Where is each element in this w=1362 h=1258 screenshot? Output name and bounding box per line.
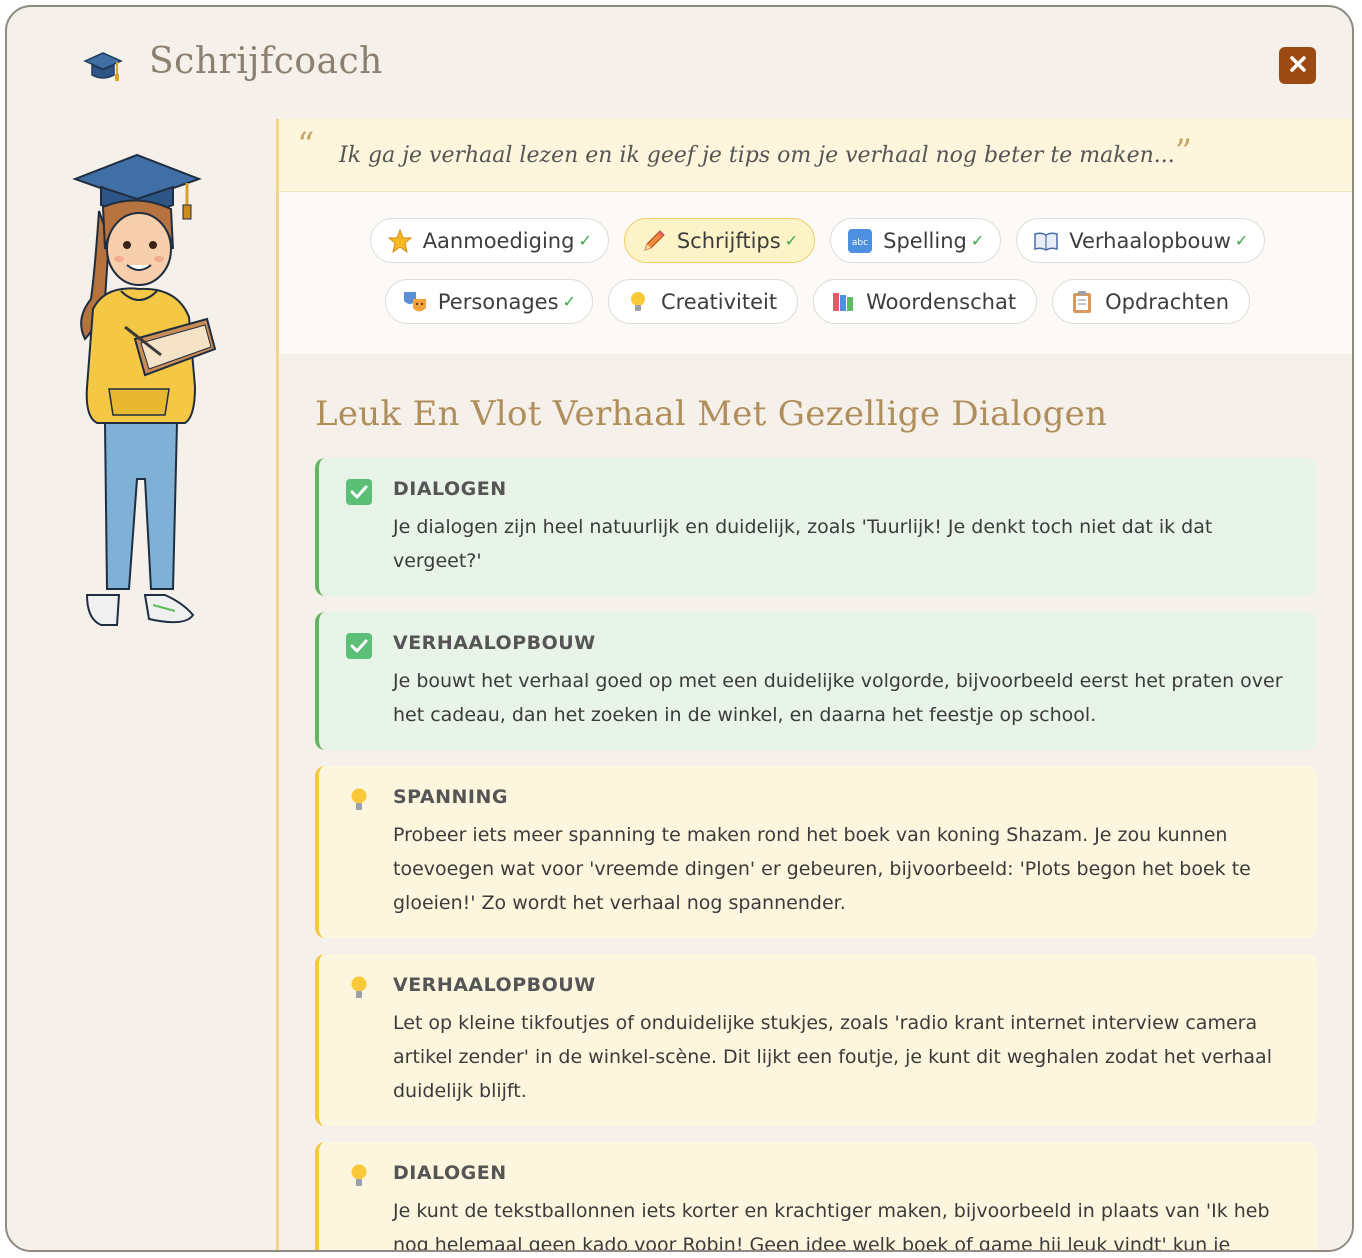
card-text: Probeer iets meer spanning te maken rond… [393,824,1251,914]
tab-spelling[interactable]: abc Spelling ✓ [830,218,1002,263]
svg-text:abc: abc [852,238,868,248]
card-text: Je bouwt het verhaal goed op met een dui… [393,670,1283,726]
tab-label: Schrijftips [676,228,781,253]
card-title: VERHAALOPBOUW [393,632,596,654]
tab-row-1: Aanmoediging ✓ Schrijftips ✓ abc Spellin… [279,218,1352,263]
feedback-card-tip: DIALOGEN Je kunt de tekstballonnen iets … [315,1142,1317,1252]
quote-open-mark: “ [297,125,315,165]
mascot-illustration [72,153,217,626]
mascot-panel [7,123,277,1250]
app-title: Schrijfcoach [149,41,383,82]
tab-label: Spelling [883,228,967,253]
tab-schrijftips[interactable]: Schrijftips ✓ [623,218,816,263]
tab-check-icon: ✓ [562,292,576,311]
lightbulb-icon [345,1162,373,1190]
feedback-card-positive: DIALOGEN Je dialogen zijn heel natuurlij… [315,458,1317,596]
tab-opdrachten[interactable]: Opdrachten [1052,279,1251,324]
tab-row-2: Personages ✓ Creativiteit Woordenschat O… [279,279,1352,324]
feedback-content: Leuk En Vlot Verhaal Met Gezellige Dialo… [279,354,1352,1252]
feedback-card-positive: VERHAALOPBOUW Je bouwt het verhaal goed … [315,612,1317,750]
tab-personages[interactable]: Personages ✓ [384,279,593,324]
quote-close-mark: ” [1174,132,1193,172]
close-button[interactable] [1279,47,1316,84]
card-title: SPANNING [393,786,508,808]
tab-label: Personages [437,289,559,314]
checkmark-icon [345,632,373,660]
star-icon [387,228,413,254]
graduation-cap-icon [81,45,125,89]
checkmark-icon [345,478,373,506]
tab-label: Woordenschat [866,289,1017,314]
tab-creativiteit[interactable]: Creativiteit [607,279,799,324]
feedback-title: Leuk En Vlot Verhaal Met Gezellige Dialo… [315,394,1108,434]
card-title: VERHAALOPBOUW [393,974,596,996]
tab-label: Creativiteit [660,289,778,314]
card-text: Je dialogen zijn heel natuurlijk en duid… [393,516,1213,572]
tab-check-icon: ✓ [784,231,799,250]
tab-aanmoediging[interactable]: Aanmoediging ✓ [369,218,609,263]
feedback-panel: “ Ik ga je verhaal lezen en ik geef je t… [276,119,1352,1252]
card-text: Let op kleine tikfoutjes of onduidelijke… [393,1012,1272,1102]
tab-label: Verhaalopbouw [1069,228,1231,253]
schrijfcoach-window: Schrijfcoach “ Ik ga je verhaal lezen en… [5,5,1354,1252]
header: Schrijfcoach [7,7,1352,123]
feedback-card-tip: VERHAALOPBOUW Let op kleine tikfoutjes o… [315,954,1317,1126]
abc-icon: abc [847,228,873,254]
quote-text: Ik ga je verhaal lezen en ik geef je tip… [339,135,1192,169]
quote-body: Ik ga je verhaal lezen en ik geef je tip… [339,143,1175,168]
tab-label: Opdrachten [1105,289,1230,314]
tab-label: Aanmoediging [422,228,575,253]
card-title: DIALOGEN [393,1162,507,1184]
lightbulb-icon [345,786,373,814]
card-title: DIALOGEN [393,478,507,500]
pencil-icon [641,228,667,254]
tab-check-icon: ✓ [578,231,592,250]
clipboard-icon [1069,289,1095,315]
tab-check-icon: ✓ [1234,231,1249,250]
tab-check-icon: ✓ [970,231,985,250]
tab-verhaalopbouw[interactable]: Verhaalopbouw ✓ [1016,218,1266,263]
category-tabs: Aanmoediging ✓ Schrijftips ✓ abc Spellin… [279,192,1352,354]
coach-quote: “ Ik ga je verhaal lezen en ik geef je t… [279,119,1352,192]
close-icon [1289,55,1307,77]
card-text: Je kunt de tekstballonnen iets korter en… [393,1200,1270,1252]
book-icon [1033,228,1059,254]
books-icon [830,289,856,315]
tab-woordenschat[interactable]: Woordenschat [813,279,1038,324]
lightbulb-icon [625,289,651,315]
feedback-card-tip: SPANNING Probeer iets meer spanning te m… [315,766,1317,938]
theater-masks-icon [402,289,428,315]
lightbulb-icon [345,974,373,1002]
